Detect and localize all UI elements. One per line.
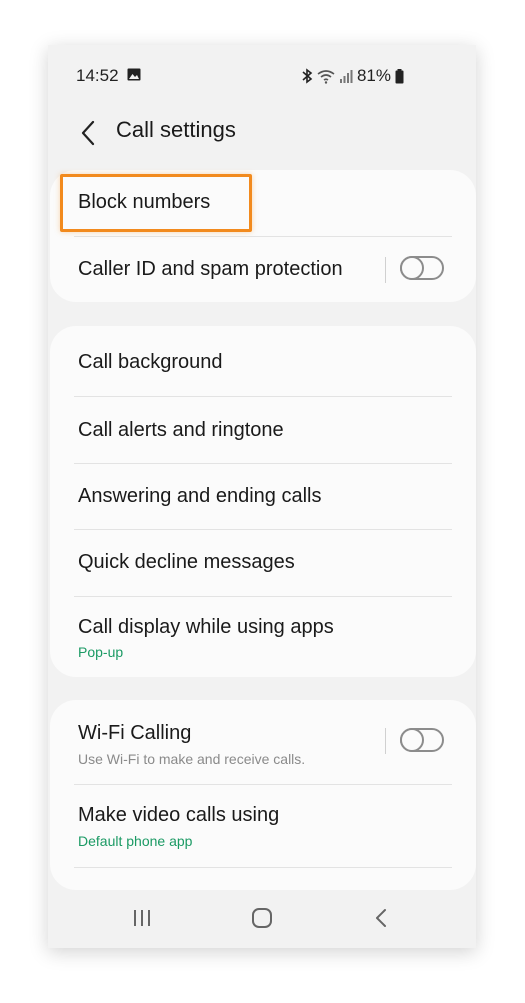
wifi-calling-label: Wi-Fi Calling <box>78 722 192 744</box>
call-background-item[interactable]: Call background <box>50 326 476 396</box>
video-calls-value: Default phone app <box>78 833 193 849</box>
status-time: 14:52 <box>76 66 119 85</box>
caller-id-label: Caller ID and spam protection <box>78 258 343 280</box>
quick-decline-label: Quick decline messages <box>78 551 295 573</box>
answering-ending-label: Answering and ending calls <box>78 485 322 507</box>
status-icons: 81% <box>301 66 404 86</box>
wifi-icon <box>317 69 335 84</box>
wifi-calling-toggle[interactable] <box>400 728 444 752</box>
quick-decline-item[interactable]: Quick decline messages <box>50 530 476 596</box>
page-title: Call settings <box>116 117 236 142</box>
battery-icon <box>395 68 404 83</box>
nav-back-button[interactable] <box>361 902 401 934</box>
gallery-icon <box>127 68 141 81</box>
separator <box>385 257 386 283</box>
app-header: Call settings <box>48 105 476 170</box>
toggle-knob <box>400 256 424 280</box>
caller-id-toggle[interactable] <box>400 256 444 280</box>
signal-icon <box>339 70 353 83</box>
toggle-knob <box>400 728 424 752</box>
settings-card-blocking: Block numbers Caller ID and spam protect… <box>50 170 476 302</box>
status-bar: 14:52 81% <box>48 45 476 105</box>
settings-card-call: Call background Call alerts and ringtone… <box>50 326 476 677</box>
call-display-value: Pop-up <box>78 644 124 660</box>
home-button[interactable] <box>242 902 282 934</box>
navigation-bar <box>48 888 476 948</box>
recent-apps-icon <box>134 910 150 926</box>
call-alerts-item[interactable]: Call alerts and ringtone <box>50 397 476 463</box>
back-button[interactable] <box>72 113 104 153</box>
bluetooth-icon <box>302 68 313 84</box>
battery-percent: 81% <box>356 66 391 85</box>
call-display-label: Call display while using apps <box>78 616 334 638</box>
phone-screen: 14:52 81% Call settings Block numbers Ca… <box>48 45 476 948</box>
answering-ending-item[interactable]: Answering and ending calls <box>50 464 476 530</box>
caller-id-item[interactable]: Caller ID and spam protection <box>50 237 476 302</box>
back-icon <box>376 909 386 927</box>
settings-card-wifi: Wi-Fi Calling Use Wi-Fi to make and rece… <box>50 700 476 890</box>
divider <box>74 867 452 868</box>
call-display-item[interactable]: Call display while using apps Pop-up <box>50 597 476 677</box>
block-numbers-label: Block numbers <box>78 191 211 213</box>
video-calls-item[interactable]: Make video calls using Default phone app <box>50 785 476 867</box>
recent-apps-button[interactable] <box>122 902 162 934</box>
block-numbers-item[interactable]: Block numbers <box>50 170 476 236</box>
chevron-left-icon <box>81 120 95 146</box>
call-alerts-label: Call alerts and ringtone <box>78 419 284 441</box>
home-icon <box>252 908 272 928</box>
wifi-calling-description: Use Wi-Fi to make and receive calls. <box>78 751 306 767</box>
video-calls-label: Make video calls using <box>78 804 280 826</box>
wifi-calling-item[interactable]: Wi-Fi Calling Use Wi-Fi to make and rece… <box>50 700 476 784</box>
call-background-label: Call background <box>78 351 223 373</box>
separator <box>385 728 386 754</box>
